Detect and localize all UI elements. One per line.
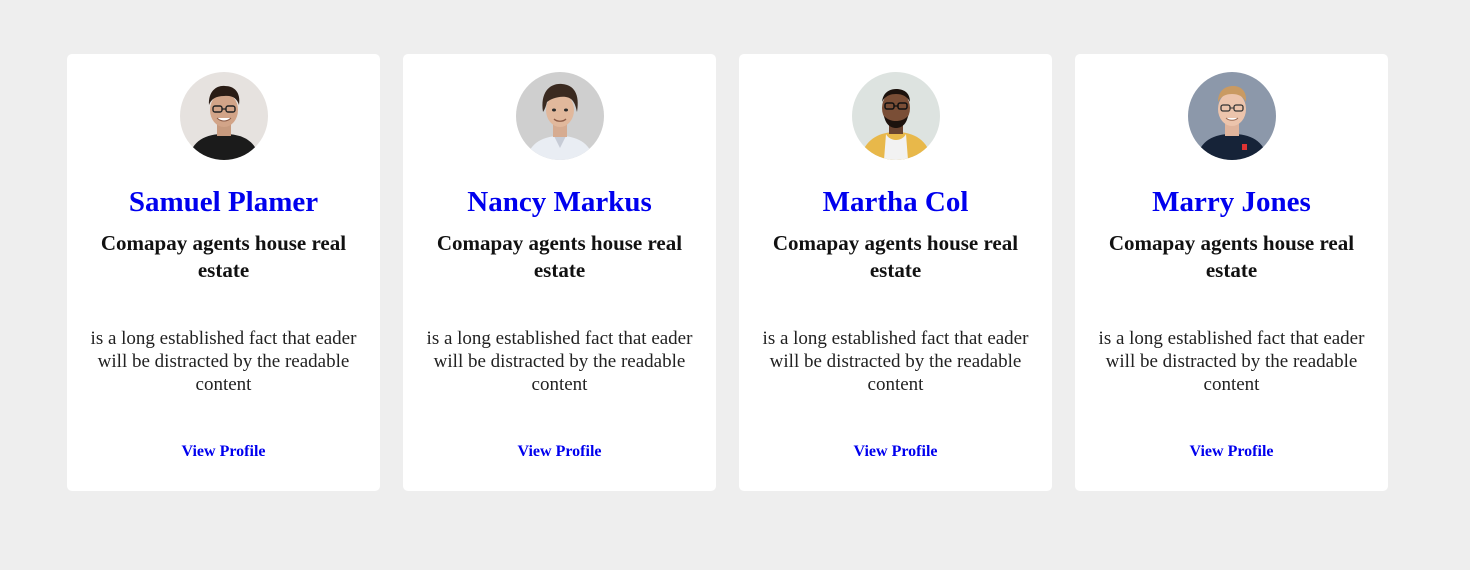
profile-card: Marry Jones Comapay agents house real es…	[1075, 54, 1388, 491]
view-profile-link[interactable]: View Profile	[1075, 442, 1388, 462]
profile-card: Martha Col Comapay agents house real est…	[739, 54, 1052, 491]
agent-description: is a long established fact that eader wi…	[1098, 328, 1365, 395]
agent-description: is a long established fact that eader wi…	[90, 328, 357, 395]
view-profile-link[interactable]: View Profile	[739, 442, 1052, 462]
agent-description: is a long established fact that eader wi…	[426, 328, 693, 395]
agent-company: Comapay agents house real estate	[100, 231, 347, 282]
profile-card: Samuel Plamer Comapay agents house real …	[67, 54, 380, 491]
agent-name: Marry Jones	[1152, 186, 1311, 218]
avatar	[1187, 72, 1276, 160]
person-avatar-icon	[179, 72, 268, 160]
avatar	[179, 72, 268, 160]
agent-name: Martha Col	[822, 186, 969, 218]
profile-card-grid: Samuel Plamer Comapay agents house real …	[67, 54, 1388, 491]
agent-company: Comapay agents house real estate	[436, 231, 683, 282]
person-avatar-icon	[1187, 72, 1276, 160]
profile-card: Nancy Markus Comapay agents house real e…	[403, 54, 716, 491]
agent-company: Comapay agents house real estate	[772, 231, 1019, 282]
agent-name: Nancy Markus	[467, 186, 652, 218]
avatar	[851, 72, 940, 160]
agent-name: Samuel Plamer	[128, 186, 319, 218]
avatar	[515, 72, 604, 160]
agent-company: Comapay agents house real estate	[1108, 231, 1355, 282]
person-avatar-icon	[515, 72, 604, 160]
agent-description: is a long established fact that eader wi…	[762, 328, 1029, 395]
view-profile-link[interactable]: View Profile	[403, 442, 716, 462]
view-profile-link[interactable]: View Profile	[67, 442, 380, 462]
person-avatar-icon	[851, 72, 940, 160]
